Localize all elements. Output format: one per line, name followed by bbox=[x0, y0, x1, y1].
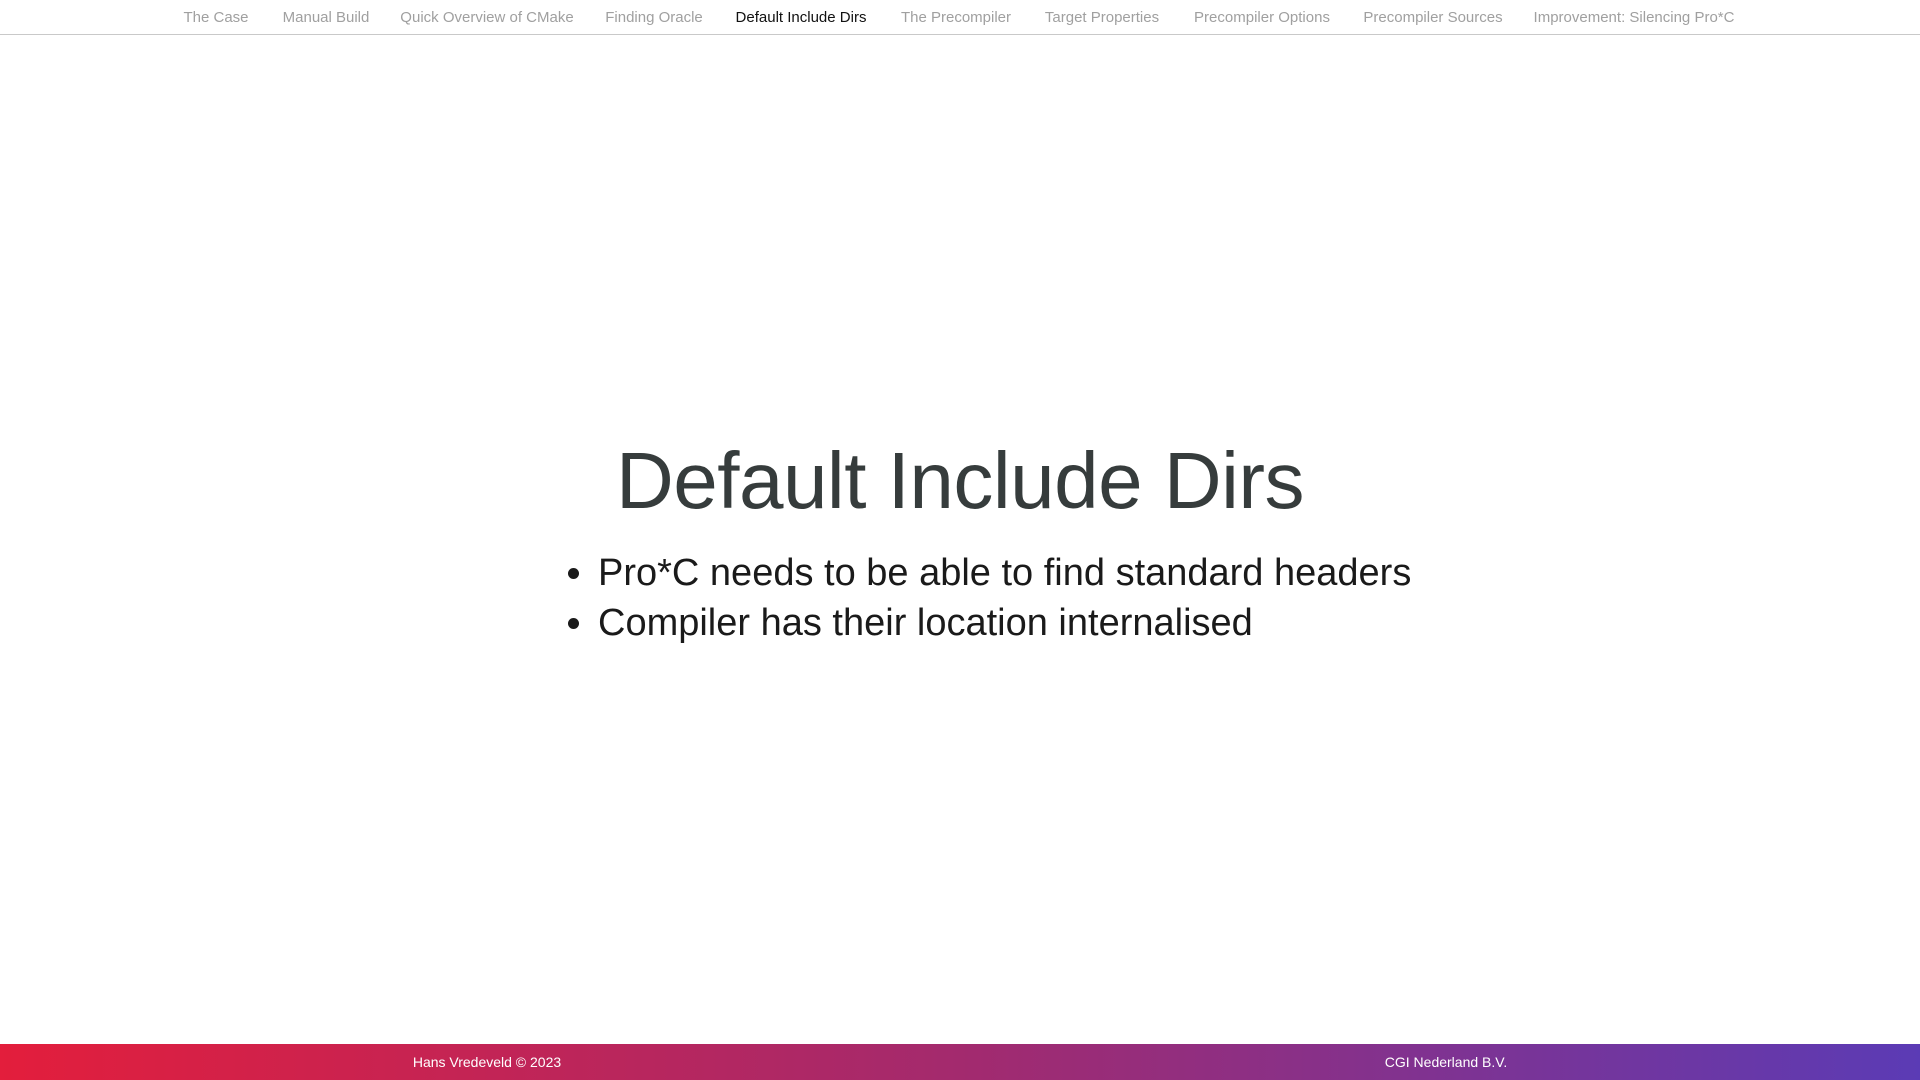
bullet-dot-icon bbox=[568, 568, 579, 579]
nav-item-finding-oracle[interactable]: Finding Oracle bbox=[605, 0, 703, 35]
nav-item-the-precompiler[interactable]: The Precompiler bbox=[901, 0, 1011, 35]
slide-title: Default Include Dirs bbox=[615, 436, 1305, 525]
nav-item-precompiler-options[interactable]: Precompiler Options bbox=[1194, 0, 1330, 35]
bullet-text: Compiler has their location internalised bbox=[598, 602, 1253, 644]
footer-bar: Hans Vredeveld © 2023 CGI Nederland B.V. bbox=[0, 1044, 1920, 1080]
bullet-list: Pro*C needs to be able to find standard … bbox=[568, 548, 1411, 648]
nav-item-precompiler-sources[interactable]: Precompiler Sources bbox=[1363, 0, 1502, 35]
bullet-item: Compiler has their location internalised bbox=[568, 598, 1411, 648]
nav-item-default-include-dirs[interactable]: Default Include Dirs bbox=[736, 0, 867, 35]
footer-author: Hans Vredeveld © 2023 bbox=[412, 1054, 562, 1070]
bullet-item: Pro*C needs to be able to find standard … bbox=[568, 548, 1411, 598]
bullet-dot-icon bbox=[568, 618, 579, 629]
bullet-text: Pro*C needs to be able to find standard … bbox=[598, 552, 1412, 594]
nav-item-the-case[interactable]: The Case bbox=[183, 0, 248, 35]
nav-item-improvement-silencing-proc[interactable]: Improvement: Silencing Pro*C bbox=[1534, 0, 1735, 35]
section-nav: The Case Manual Build Quick Overview of … bbox=[0, 0, 1920, 35]
footer-company: CGI Nederland B.V. bbox=[1384, 1054, 1508, 1070]
nav-item-quick-overview-of-cmake[interactable]: Quick Overview of CMake bbox=[400, 0, 573, 35]
nav-item-target-properties[interactable]: Target Properties bbox=[1045, 0, 1159, 35]
nav-item-manual-build[interactable]: Manual Build bbox=[283, 0, 370, 35]
